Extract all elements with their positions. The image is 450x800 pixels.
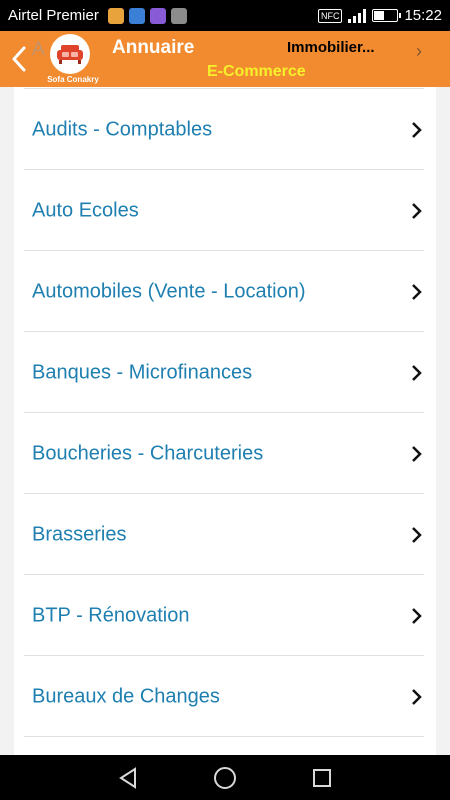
recents-square-icon (312, 768, 331, 787)
app-logo: Sofa Conakry (38, 34, 108, 86)
chevron-right-icon (412, 607, 422, 624)
nav-recents-button[interactable] (302, 758, 342, 798)
nav-home-button[interactable] (205, 758, 245, 798)
chevron-right-icon (412, 688, 422, 705)
list-item-label: Brasseries (32, 523, 127, 545)
status-bar: Airtel Premier NFC 15:22 (0, 0, 450, 31)
list-item[interactable]: Brasseries (14, 494, 436, 575)
list-item[interactable]: BTP - Rénovation (14, 575, 436, 656)
list-item[interactable]: Boucheries - Charcuteries (14, 413, 436, 494)
image-icon (149, 7, 166, 24)
tab-e-commerce[interactable]: E-Commerce (207, 63, 306, 81)
nfc-icon: NFC (317, 8, 343, 23)
list-item-label: Automobiles (Vente - Location) (32, 280, 306, 302)
status-right: NFC 15:22 (317, 7, 442, 24)
clock: 15:22 (404, 7, 442, 24)
logo-badge (50, 34, 90, 74)
chevron-right-icon (412, 121, 422, 138)
carrier-name: Airtel Premier (8, 7, 99, 24)
scrolled-row-chevron-icon: › (416, 41, 422, 61)
list-item-label: BTP - Rénovation (32, 604, 190, 626)
back-button[interactable] (6, 43, 32, 75)
chevron-right-icon (412, 202, 422, 219)
list-item-label: Bureaux de Changes (32, 685, 220, 707)
back-arrow-icon (12, 46, 26, 72)
status-left: Airtel Premier (8, 7, 187, 24)
list-item[interactable]: Automobiles (Vente - Location) (14, 251, 436, 332)
system-nav-bar (0, 755, 450, 800)
list-item[interactable]: Bureaux de Changes (14, 656, 436, 737)
page-title: Annuaire (112, 37, 195, 58)
home-circle-icon (213, 766, 236, 789)
sofa-icon (57, 45, 83, 64)
chevron-right-icon (412, 364, 422, 381)
app-header: A › Sofa Conakry Annuaire E-Commerce Imm… (0, 31, 450, 87)
chevron-right-icon (412, 526, 422, 543)
list-divider (24, 736, 424, 737)
list-item[interactable]: Banques - Microfinances (14, 332, 436, 413)
logo-caption: Sofa Conakry (47, 75, 99, 84)
list-item[interactable]: Auto Ecoles (14, 170, 436, 251)
list-item-label: Boucheries - Charcuteries (32, 442, 264, 464)
list-item-label: Banques - Microfinances (32, 361, 253, 383)
screen: Airtel Premier NFC 15:22 A › Sofa Conakr… (0, 0, 450, 800)
list-item[interactable]: Audits - Comptables (14, 89, 436, 170)
list-item-label: Auto Ecoles (32, 199, 139, 221)
list-item-label: Audits - Comptables (32, 118, 213, 140)
back-triangle-icon (119, 766, 137, 789)
photo-icon (170, 7, 187, 24)
category-list: Audits - Comptables Auto Ecoles Automobi… (14, 87, 436, 755)
chevron-right-icon (412, 283, 422, 300)
app-icon (128, 7, 145, 24)
battery-icon (372, 9, 402, 22)
tab-immobilier[interactable]: Immobilier... (287, 39, 375, 56)
download-icon (107, 7, 124, 24)
chevron-right-icon (412, 445, 422, 462)
signal-icon (348, 8, 367, 23)
nav-back-button[interactable] (108, 758, 148, 798)
